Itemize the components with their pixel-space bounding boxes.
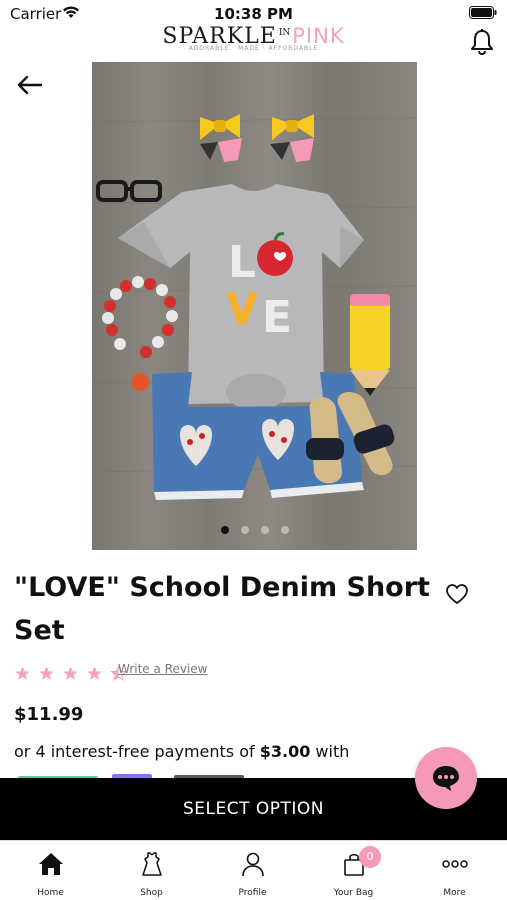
bell-icon[interactable] [469, 28, 495, 56]
product-photo: L E [92, 114, 417, 500]
tab-label: Your Bag [333, 888, 374, 898]
chat-button[interactable] [415, 747, 477, 809]
write-review-link[interactable]: Write a Review [118, 662, 207, 676]
installment-prefix: or 4 interest-free payments of [14, 742, 260, 761]
tab-label: Home [37, 888, 64, 898]
installment-amount: $3.00 [259, 742, 311, 761]
product-price: $11.99 [14, 704, 84, 725]
rating-stars [14, 665, 129, 683]
tab-shop[interactable]: Shop [101, 841, 202, 900]
tab-your-bag[interactable]: 0 Your Bag [303, 841, 404, 900]
tab-home[interactable]: Home [0, 841, 101, 900]
carousel-dots [92, 519, 417, 538]
product-image-carousel[interactable]: L E [92, 62, 417, 550]
svg-text:L: L [228, 237, 256, 288]
star-icon [39, 666, 54, 680]
carousel-dot[interactable] [280, 526, 289, 534]
heart-icon[interactable] [445, 583, 469, 605]
more-dots-icon [441, 860, 468, 868]
carousel-dot[interactable] [240, 526, 249, 534]
home-icon [38, 853, 63, 875]
dress-icon [141, 852, 162, 876]
brand-name-in: IN [278, 28, 291, 38]
product-title: "LOVE" School Denim Short Set [14, 572, 430, 646]
brand-tagline: ADORABLE · MADE · AFFORDABLE [188, 45, 319, 52]
bottom-tab-bar: Home Shop Profile 0 Your Bag More [0, 840, 507, 900]
tab-more[interactable]: More [404, 841, 505, 900]
tab-label: Shop [140, 888, 163, 898]
svg-text:E: E [262, 292, 292, 343]
person-icon [241, 852, 264, 877]
installment-suffix: with [310, 742, 350, 761]
arrow-left-icon[interactable] [16, 72, 44, 98]
star-icon [15, 666, 30, 680]
clock-time: 10:38 PM [214, 5, 293, 23]
installment-info: or 4 interest-free payments of $3.00 wit… [14, 742, 349, 761]
chat-bubble-icon [433, 766, 459, 791]
tab-label: Profile [238, 888, 267, 898]
bag-count-badge: 0 [359, 846, 381, 868]
brand-logo: SPARKLE INPINK ADORABLE · MADE · AFFORDAB… [0, 24, 507, 52]
star-icon [63, 666, 78, 680]
battery-icon [469, 6, 497, 19]
carousel-dot[interactable] [220, 526, 229, 534]
tab-label: More [443, 888, 466, 898]
tab-profile[interactable]: Profile [202, 841, 303, 900]
carousel-dot[interactable] [260, 526, 269, 534]
star-icon [87, 666, 102, 680]
